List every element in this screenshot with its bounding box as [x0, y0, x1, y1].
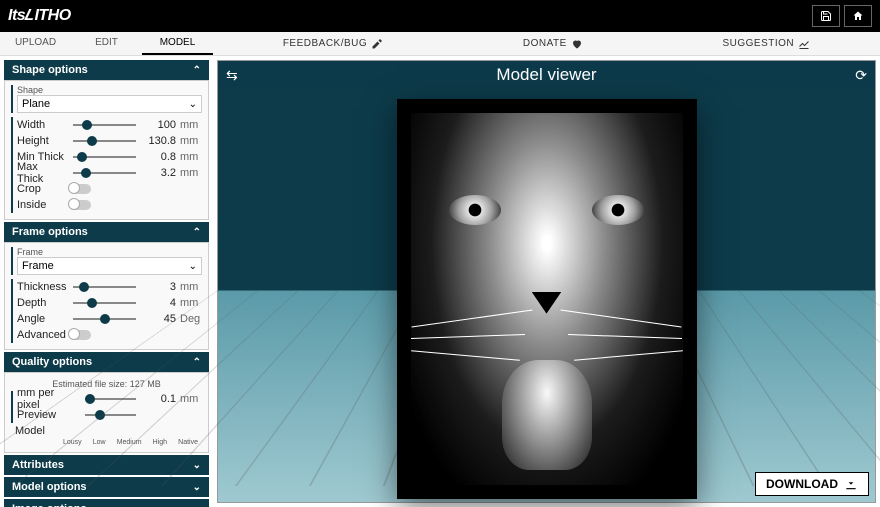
frame-select-label: Frame — [17, 247, 202, 257]
depth-slider[interactable] — [73, 302, 136, 304]
tab-edit[interactable]: EDIT — [71, 32, 142, 55]
height-value: 130.8 — [144, 135, 176, 147]
panel-imageopts-header[interactable]: Image options⌄ — [4, 499, 209, 507]
inside-label: Inside — [17, 199, 65, 211]
panel-frame-header[interactable]: Frame options⌃ — [4, 222, 209, 242]
angle-slider[interactable] — [73, 318, 136, 320]
advanced-label: Advanced — [17, 329, 65, 341]
viewer-title: Model viewer — [496, 65, 596, 85]
download-button[interactable]: DOWNLOAD — [755, 472, 869, 496]
tab-upload[interactable]: UPLOAD — [0, 32, 71, 55]
minthick-value: 0.8 — [144, 151, 176, 163]
chevron-up-icon: ⌃ — [193, 65, 201, 76]
thickness-label: Thickness — [17, 281, 65, 293]
reload-icon[interactable]: ⟳ — [855, 67, 867, 84]
crop-toggle[interactable] — [69, 184, 91, 194]
maxthick-slider[interactable] — [73, 172, 136, 174]
home-button[interactable] — [844, 5, 872, 27]
inside-toggle[interactable] — [69, 200, 91, 210]
height-label: Height — [17, 135, 65, 147]
minthick-slider[interactable] — [73, 156, 136, 158]
panel-shape: Shape options⌃ Shape Plane⌄ Width100mm H… — [4, 60, 209, 220]
angle-label: Angle — [17, 313, 65, 325]
shape-select-label: Shape — [17, 85, 202, 95]
width-value: 100 — [144, 119, 176, 131]
width-label: Width — [17, 119, 65, 131]
axis-icon[interactable]: ⇆ — [226, 67, 238, 84]
viewer-header: ⇆ Model viewer ⟳ — [218, 61, 875, 89]
link-suggestion[interactable]: SUGGESTION — [722, 38, 810, 50]
maxthick-value: 3.2 — [144, 167, 176, 179]
frame-select[interactable]: Frame⌄ — [17, 257, 202, 275]
link-feedback[interactable]: FEEDBACK/BUG — [283, 38, 383, 50]
width-slider[interactable] — [73, 124, 136, 126]
lithophane-model[interactable] — [397, 99, 697, 499]
topbar: ItsLITHO — [0, 0, 880, 32]
crop-label: Crop — [17, 183, 65, 195]
sub-nav: UPLOAD EDIT MODEL FEEDBACK/BUG DONATE SU… — [0, 32, 880, 56]
advanced-toggle[interactable] — [69, 330, 91, 340]
tab-model[interactable]: MODEL — [142, 32, 213, 55]
chevron-up-icon: ⌃ — [193, 227, 201, 238]
model-viewer[interactable]: ⇆ Model viewer ⟳ DOWNLOAD — [217, 60, 876, 503]
save-button[interactable] — [812, 5, 840, 27]
depth-value: 4 — [144, 297, 176, 309]
chevron-down-icon: ⌄ — [193, 504, 201, 507]
link-donate[interactable]: DONATE — [523, 38, 583, 50]
maxthick-label: Max Thick — [17, 161, 65, 185]
panel-shape-header[interactable]: Shape options⌃ — [4, 60, 209, 80]
height-slider[interactable] — [73, 140, 136, 142]
download-icon — [844, 477, 858, 491]
depth-label: Depth — [17, 297, 65, 309]
thickness-slider[interactable] — [73, 286, 136, 288]
app-logo: ItsLITHO — [8, 7, 71, 25]
thickness-value: 3 — [144, 281, 176, 293]
shape-select[interactable]: Plane⌄ — [17, 95, 202, 113]
